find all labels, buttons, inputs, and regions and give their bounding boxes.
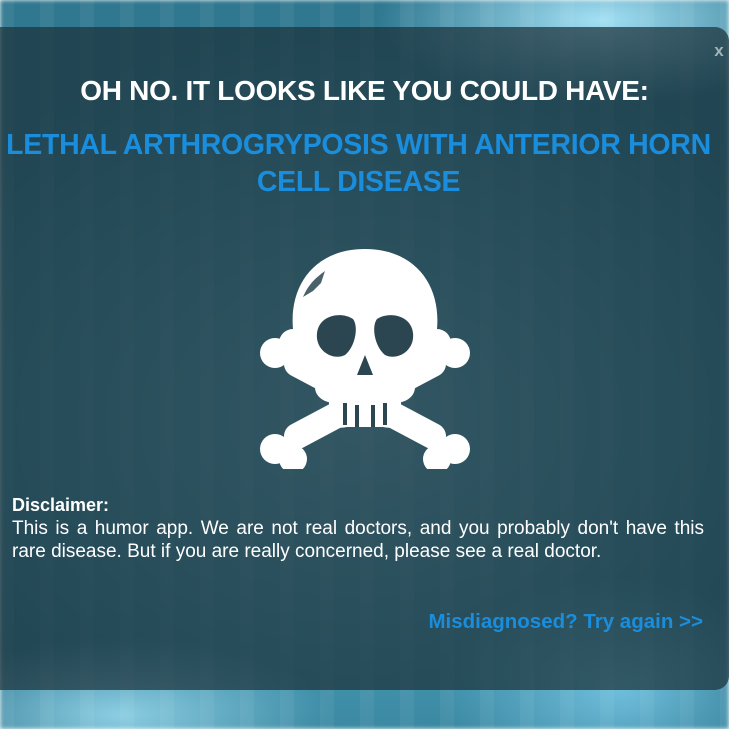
result-headline: OH NO. IT LOOKS LIKE YOU COULD HAVE: [80, 75, 649, 106]
disclaimer-title: Disclaimer: [12, 495, 110, 515]
diagnosis-modal: x OH NO. IT LOOKS LIKE YOU COULD HAVE: L… [0, 27, 729, 690]
disease-name: LETHAL ARTHROGRYPOSIS WITH ANTERIOR HORN… [6, 129, 711, 198]
try-again-link[interactable]: Misdiagnosed? Try again >> [428, 610, 703, 634]
skull-and-crossbones-icon [260, 249, 470, 469]
close-button[interactable]: x [711, 41, 727, 61]
disclaimer-text: This is a humor app. We are not real doc… [12, 518, 704, 562]
disclaimer: Disclaimer: This is a humor app. We are … [12, 494, 704, 563]
